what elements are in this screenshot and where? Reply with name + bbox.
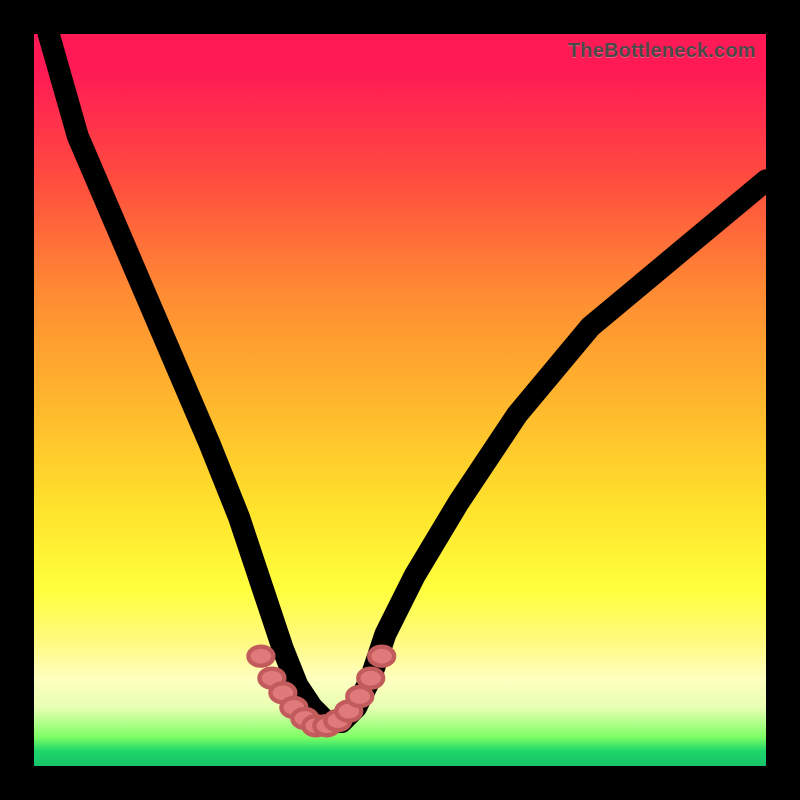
bead-group [248, 647, 394, 736]
chart-stage: TheBottleneck.com [0, 0, 800, 800]
bead-marker [347, 687, 372, 706]
bead-marker [369, 647, 394, 666]
chart-svg [34, 34, 766, 766]
bead-marker [248, 647, 273, 666]
plot-area: TheBottleneck.com [34, 34, 766, 766]
bottleneck-curve [49, 34, 766, 722]
bead-marker [358, 669, 383, 688]
